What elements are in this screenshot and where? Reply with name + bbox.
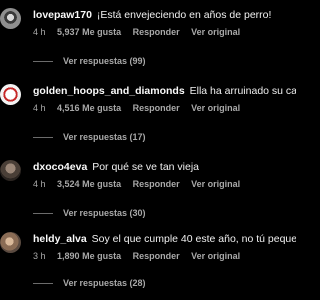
see-original-button[interactable]: Ver original	[191, 103, 240, 113]
reply-button[interactable]: Responder	[133, 27, 180, 37]
comment-meta: 4 h 5,937 Me gusta Responder Ver origina…	[33, 27, 296, 37]
view-replies-button[interactable]: Ver respuestas (28)	[33, 278, 146, 288]
replies-divider	[33, 61, 53, 63]
likes-label: Me gusta	[82, 179, 122, 189]
avatar[interactable]	[0, 232, 21, 253]
avatar[interactable]	[0, 160, 21, 181]
like-count-value: 4,516	[57, 103, 80, 113]
comment-text: ¡Está envejeciendo en años de perro!	[96, 9, 272, 21]
comment-username[interactable]: lovepaw170	[33, 9, 92, 21]
replies-divider	[33, 283, 53, 285]
view-replies-label: Ver respuestas (28)	[63, 278, 146, 288]
comment-time: 3 h	[33, 251, 46, 261]
comment-username[interactable]: heldy_alva	[33, 233, 87, 245]
see-original-button[interactable]: Ver original	[191, 179, 240, 189]
like-count-value: 3,524	[57, 179, 80, 189]
reply-button[interactable]: Responder	[133, 179, 180, 189]
comment-time: 4 h	[33, 103, 46, 113]
like-count[interactable]: 5,937 Me gusta	[57, 27, 121, 37]
comment-username[interactable]: golden_hoops_and_diamonds	[33, 85, 185, 97]
comment-username[interactable]: dxoco4eva	[33, 161, 87, 173]
like-count[interactable]: 1,890 Me gusta	[57, 251, 121, 261]
view-replies-label: Ver respuestas (17)	[63, 132, 146, 142]
comments-thread: lovepaw170 ¡Está envejeciendo en años de…	[0, 0, 300, 300]
see-original-button[interactable]: Ver original	[191, 251, 240, 261]
comment-text: Por qué se ve tan vieja	[92, 161, 200, 173]
view-replies-button[interactable]: Ver respuestas (17)	[33, 132, 146, 142]
like-count-value: 1,890	[57, 251, 80, 261]
avatar[interactable]	[0, 84, 21, 105]
like-count[interactable]: 3,524 Me gusta	[57, 179, 121, 189]
comment-meta: 4 h 4,516 Me gusta Responder Ver origina…	[33, 103, 296, 113]
view-replies-button[interactable]: Ver respuestas (99)	[33, 56, 146, 66]
avatar[interactable]	[0, 8, 21, 29]
comment-time: 4 h	[33, 27, 46, 37]
likes-label: Me gusta	[82, 251, 122, 261]
view-replies-label: Ver respuestas (30)	[63, 208, 146, 218]
comment-meta: 4 h 3,524 Me gusta Responder Ver origina…	[33, 179, 296, 189]
comment-time: 4 h	[33, 179, 46, 189]
comment-text: Soy el que cumple 40 este año, no tú peq…	[91, 233, 296, 245]
view-replies-button[interactable]: Ver respuestas (30)	[33, 208, 146, 218]
like-count-value: 5,937	[57, 27, 80, 37]
reply-button[interactable]: Responder	[133, 251, 180, 261]
comment-text: Ella ha arruinado su cara	[189, 85, 296, 97]
replies-divider	[33, 213, 53, 215]
replies-divider	[33, 137, 53, 139]
likes-label: Me gusta	[82, 27, 122, 37]
like-count[interactable]: 4,516 Me gusta	[57, 103, 121, 113]
comment-meta: 3 h 1,890 Me gusta Responder Ver origina…	[33, 251, 296, 261]
see-original-button[interactable]: Ver original	[191, 27, 240, 37]
reply-button[interactable]: Responder	[133, 103, 180, 113]
view-replies-label: Ver respuestas (99)	[63, 56, 146, 66]
likes-label: Me gusta	[82, 103, 122, 113]
